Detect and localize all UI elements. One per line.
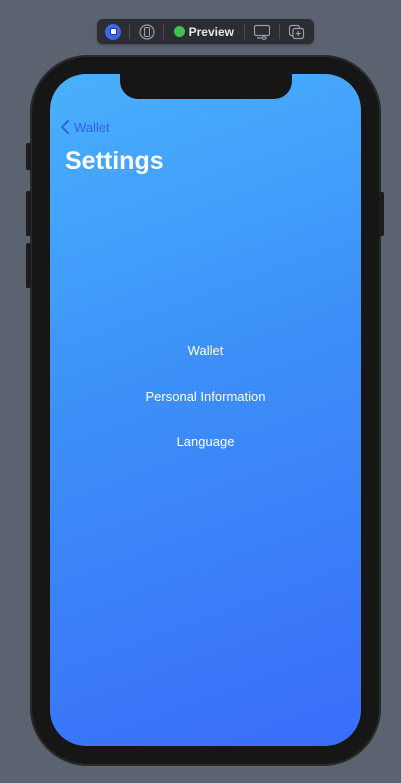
menu-item-language[interactable]: Language	[177, 433, 235, 479]
volume-up-button	[26, 191, 31, 236]
back-button[interactable]: Wallet	[60, 119, 110, 135]
device-icon	[138, 23, 155, 40]
toolbar-divider	[244, 24, 245, 39]
preview-status-icon	[173, 26, 185, 37]
device-screen: Wallet Settings Wallet Personal Informat…	[50, 74, 361, 746]
duplicate-icon	[289, 24, 305, 39]
toolbar-divider	[162, 24, 164, 39]
live-preview-button[interactable]	[103, 19, 123, 44]
chevron-left-icon	[61, 120, 69, 134]
preview-label: Preview	[188, 24, 234, 39]
device-button[interactable]	[136, 19, 156, 44]
preview-button[interactable]: Preview	[170, 19, 238, 44]
menu-item-personal-information[interactable]: Personal Information	[146, 388, 266, 434]
preview-toolbar: Preview	[97, 19, 314, 44]
device-settings-icon	[253, 24, 271, 40]
power-button	[379, 192, 384, 236]
duplicate-preview-button[interactable]	[286, 19, 308, 44]
live-preview-icon	[105, 23, 122, 40]
settings-menu: Wallet Personal Information Language	[50, 342, 361, 479]
toolbar-divider	[129, 24, 131, 39]
volume-down-button	[26, 243, 31, 288]
notch	[120, 74, 292, 99]
toolbar-divider	[279, 24, 280, 39]
back-button-label: Wallet	[74, 119, 110, 135]
page-title: Settings	[65, 147, 164, 175]
device-settings-button[interactable]	[251, 19, 273, 44]
silent-switch	[26, 143, 31, 170]
menu-item-wallet[interactable]: Wallet	[188, 342, 224, 388]
